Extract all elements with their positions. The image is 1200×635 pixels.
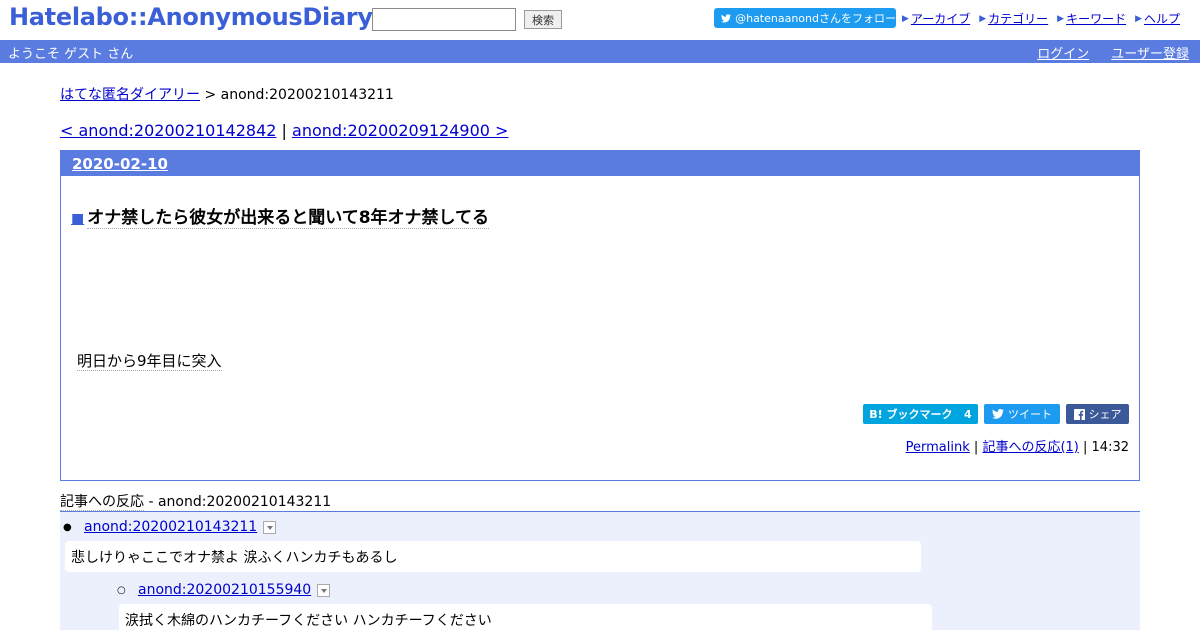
response-text: 悲しけりゃここでオナ禁よ 涙ふくハンカチもあるし xyxy=(71,550,398,566)
response-body: 涙拭く木綿のハンカチーフください ハンカチーフください xyxy=(119,604,932,635)
prev-entry-link[interactable]: < anond:20200210142842 xyxy=(60,121,276,140)
footer-divider: | xyxy=(1083,440,1088,455)
response-header: anond:20200210143211 xyxy=(84,519,277,535)
share-label: シェア xyxy=(1088,408,1122,421)
search-button[interactable]: 検索 xyxy=(524,10,562,29)
twitter-bird-icon xyxy=(721,13,732,22)
entry-nav: < anond:20200210142842 | anond:202002091… xyxy=(60,121,508,140)
arrow-right-icon: ▶ xyxy=(902,13,909,24)
next-entry-link[interactable]: anond:20200209124900 > xyxy=(292,121,508,140)
nav-item-category[interactable]: ▶ カテゴリー xyxy=(979,10,1048,27)
responses-heading-id: - anond:20200210143211 xyxy=(148,494,332,510)
register-link[interactable]: ユーザー登録 xyxy=(1111,43,1189,62)
top-header: Hatelabo::AnonymousDiary 検索 @hatenaanond… xyxy=(0,0,1200,40)
response-link[interactable]: anond:20200210155940 xyxy=(138,582,311,598)
dropdown-toggle-icon[interactable] xyxy=(317,583,331,597)
entry-title-text: オナ禁したら彼女が出来ると聞いて8年オナ禁してる xyxy=(87,208,490,229)
responses-heading: 記事への反応 - anond:20200210143211 xyxy=(60,491,1140,512)
top-nav: ▶ アーカイブ ▶ カテゴリー ▶ キーワード ▶ ヘルプ xyxy=(902,10,1180,27)
follow-label: @hatenaanondさんをフォロー xyxy=(735,12,896,25)
arrow-right-icon: ▶ xyxy=(979,13,987,24)
welcome-bar: ようこそ ゲスト さん ログイン ユーザー登録 xyxy=(0,40,1200,63)
bookmark-label: B! ブックマーク xyxy=(869,408,953,421)
nav-item-archive[interactable]: ▶ アーカイブ xyxy=(902,10,970,27)
facebook-share-button[interactable]: シェア xyxy=(1066,404,1129,424)
account-links: ログイン ユーザー登録 xyxy=(1037,43,1189,62)
entry-body: 明日から9年目に突入 xyxy=(77,350,222,371)
permalink-link[interactable]: Permalink xyxy=(906,440,970,455)
tweet-label: ツイート xyxy=(1008,408,1052,421)
response-text: 涙拭く木綿のハンカチーフください ハンカチーフください xyxy=(125,613,492,629)
nav-divider: | xyxy=(281,121,287,140)
entry-title: ■ オナ禁したら彼女が出来ると聞いて8年オナ禁してる xyxy=(71,203,490,229)
tweet-button[interactable]: ツイート xyxy=(984,404,1060,424)
share-buttons: B! ブックマーク 4 ツイート シェア xyxy=(863,404,1129,424)
breadcrumb-separator: > xyxy=(204,87,217,103)
response-link[interactable]: anond:20200210143211 xyxy=(84,519,257,535)
list-bullet: ● xyxy=(63,522,72,533)
reactions-link[interactable]: 記事への反応(1) xyxy=(982,440,1078,455)
entry-title-marker[interactable]: ■ xyxy=(71,211,84,227)
nav-link-archive[interactable]: アーカイブ xyxy=(911,10,970,27)
responses-heading-label: 記事への反応 xyxy=(60,494,144,511)
entry-body-text: 明日から9年目に突入 xyxy=(77,352,222,371)
facebook-icon xyxy=(1073,408,1085,420)
login-link[interactable]: ログイン xyxy=(1037,43,1089,62)
breadcrumb: はてな匿名ダイアリー > anond:20200210143211 xyxy=(60,84,394,104)
arrow-right-icon: ▶ xyxy=(1057,13,1065,24)
twitter-follow-button[interactable]: @hatenaanondさんをフォロー xyxy=(714,8,896,28)
nav-link-keyword[interactable]: キーワード xyxy=(1066,10,1126,27)
search-input[interactable] xyxy=(372,8,516,31)
breadcrumb-current: anond:20200210143211 xyxy=(220,87,394,103)
nav-item-keyword[interactable]: ▶ キーワード xyxy=(1057,10,1126,27)
nav-item-help[interactable]: ▶ ヘルプ xyxy=(1135,10,1180,27)
entry-footer: Permalink | 記事への反応(1) | 14:32 xyxy=(906,436,1129,455)
welcome-greeting: ようこそ ゲスト さん xyxy=(8,47,134,62)
entry-time: 14:32 xyxy=(1091,440,1129,455)
entry-date-link[interactable]: 2020-02-10 xyxy=(72,155,168,173)
dropdown-toggle-icon[interactable] xyxy=(263,520,277,534)
arrow-right-icon: ▶ xyxy=(1135,13,1142,24)
site-logo[interactable]: Hatelabo::AnonymousDiary xyxy=(9,3,373,31)
bookmark-count: 4 xyxy=(964,407,972,421)
nav-link-help[interactable]: ヘルプ xyxy=(1144,10,1180,27)
list-bullet: ○ xyxy=(117,585,126,596)
nav-link-category[interactable]: カテゴリー xyxy=(988,10,1048,27)
response-header: anond:20200210155940 xyxy=(138,582,331,598)
responses-tree: ● anond:20200210143211 悲しけりゃここでオナ禁よ 涙ふくハ… xyxy=(60,512,1140,635)
diary-entry: 2020-02-10 ■ オナ禁したら彼女が出来ると聞いて8年オナ禁してる 明日か… xyxy=(60,150,1140,481)
entry-date-bar: 2020-02-10 xyxy=(61,151,1139,176)
breadcrumb-home-link[interactable]: はてな匿名ダイアリー xyxy=(60,87,200,103)
twitter-bird-icon xyxy=(992,409,1004,419)
response-body: 悲しけりゃここでオナ禁よ 涙ふくハンカチもあるし xyxy=(65,541,921,572)
footer-divider: | xyxy=(973,440,979,455)
hatena-bookmark-button[interactable]: B! ブックマーク 4 xyxy=(863,404,978,424)
